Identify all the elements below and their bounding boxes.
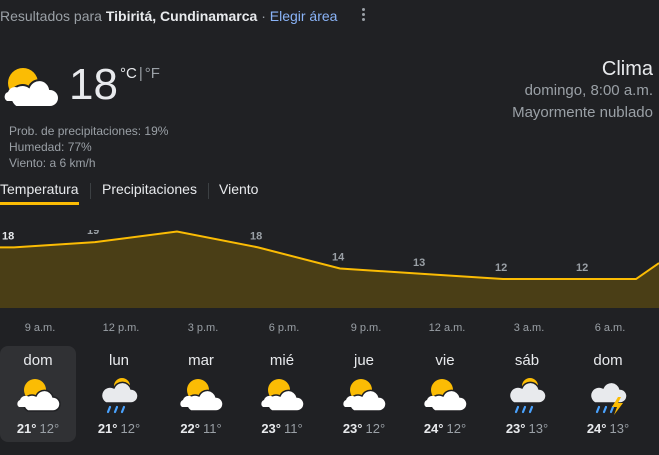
day-high: 23° [505,421,526,436]
temperature-value-label: 19 [87,230,99,237]
day-low: 12° [120,421,141,436]
day-high: 24° [586,421,607,436]
temperature-value-label: 18 [250,230,262,242]
day-card-2[interactable]: mar 22° 11° [163,346,239,442]
day-low: 13° [609,421,630,436]
day-name: mié [269,352,295,369]
weather-summary: Clima domingo, 8:00 a.m. Mayormente nubl… [512,58,653,124]
day-low: 12° [39,421,60,436]
partly-cloudy-icon [180,379,224,412]
hour-label: 9 a.m. [25,322,56,334]
thunderstorm-icon [589,381,628,415]
day-temps: 23° 12° [326,421,402,436]
day-high: 22° [180,421,200,436]
day-card-6[interactable]: sáb 23° 13° [489,346,565,442]
day-temps: 24° 12° [407,421,483,436]
hour-label: 6 a.m. [595,322,626,334]
day-card-0[interactable]: dom 21° 12° [0,346,76,442]
precipitation-probability: Prob. de precipitaciones: 19% [9,124,169,138]
header-separator: · [261,8,266,24]
current-temperature: 18 [69,60,118,109]
day-low: 11° [202,421,222,436]
day-name: vie [435,352,455,369]
day-high: 24° [423,421,444,436]
day-card-5[interactable]: vie 24° 12° [407,346,483,442]
results-prefix: Resultados para [0,8,102,24]
partly-cloudy-icon [261,379,305,412]
hour-label: 12 a.m. [429,322,466,334]
more-options-icon[interactable] [356,6,370,26]
day-high: 23° [261,421,281,436]
weather-time: domingo, 8:00 a.m. [524,82,653,99]
temperature-value-label: 13 [413,257,425,269]
day-card-3[interactable]: mié 23° 11° [244,346,320,442]
tab-divider [90,183,91,199]
day-high: 23° [342,421,363,436]
hour-label: 12 p.m. [103,322,140,334]
celsius-unit-button[interactable]: °C [120,65,137,82]
day-name: dom [23,352,53,369]
temperature-value-label: 12 [576,262,588,274]
fahrenheit-unit-button[interactable]: °F [145,65,160,82]
temperature-chart: 18192118141312129 a.m.12 p.m.3 p.m.6 p.m… [0,230,659,334]
tab-precipitation[interactable]: Precipitaciones [102,181,197,205]
day-low: 11° [283,421,303,436]
day-temps: 23° 13° [489,421,565,436]
partly-cloudy-icon [4,68,60,108]
day-temps: 21° 12° [0,421,76,436]
choose-area-link[interactable]: Elegir área [270,8,338,24]
temperature-value-label: 12 [495,262,507,274]
tab-bar: Temperatura Precipitaciones Viento [0,181,659,211]
day-name: lun [108,352,130,369]
day-temps: 24° 13° [570,421,646,436]
hour-label: 3 p.m. [188,322,219,334]
day-card-7[interactable]: dom 24° 13° [570,346,646,442]
partly-cloudy-icon [343,379,387,412]
day-low: 12° [446,421,467,436]
weather-title: Clima [601,58,653,80]
location-name: Tibiritá, Cundinamarca [105,8,258,24]
day-temps: 21° 12° [81,421,157,436]
unit-separator: | [138,65,143,82]
day-card-4[interactable]: jue 23° 12° [326,346,402,442]
day-low: 13° [528,421,549,436]
temperature-value-label: 14 [332,251,345,263]
weather-condition: Mayormente nublado [512,104,653,121]
partly-cloudy-icon [424,379,468,412]
day-name: jue [353,352,375,369]
day-name: mar [188,352,214,369]
unit-toggle: °C | °F [120,65,160,82]
humidity: Humedad: 77% [9,140,92,154]
day-temps: 22° 11° [163,421,239,436]
hour-label: 9 p.m. [351,322,382,334]
day-high: 21° [16,421,37,436]
temperature-value-label: 18 [2,230,14,242]
rain-partly-cloudy-icon [508,378,547,414]
tab-wind[interactable]: Viento [219,181,258,205]
day-name: dom [593,352,623,369]
wind: Viento: a 6 km/h [9,156,96,170]
tab-divider [208,183,209,199]
day-name: sáb [514,352,540,369]
partly-cloudy-icon [17,379,61,412]
day-low: 12° [365,421,386,436]
rain-partly-cloudy-icon [100,378,139,414]
day-card-1[interactable]: lun 21° 12° [81,346,157,442]
day-high: 21° [97,421,118,436]
hour-label: 3 a.m. [514,322,545,334]
tab-temperature[interactable]: Temperatura [0,181,79,205]
results-header: Resultados para Tibiritá, Cundinamarca ·… [0,8,337,24]
hour-label: 6 p.m. [269,322,300,334]
day-temps: 23° 11° [244,421,320,436]
current-details: Prob. de precipitaciones: 19% Humedad: 7… [9,123,168,171]
temperature-area [0,231,659,308]
